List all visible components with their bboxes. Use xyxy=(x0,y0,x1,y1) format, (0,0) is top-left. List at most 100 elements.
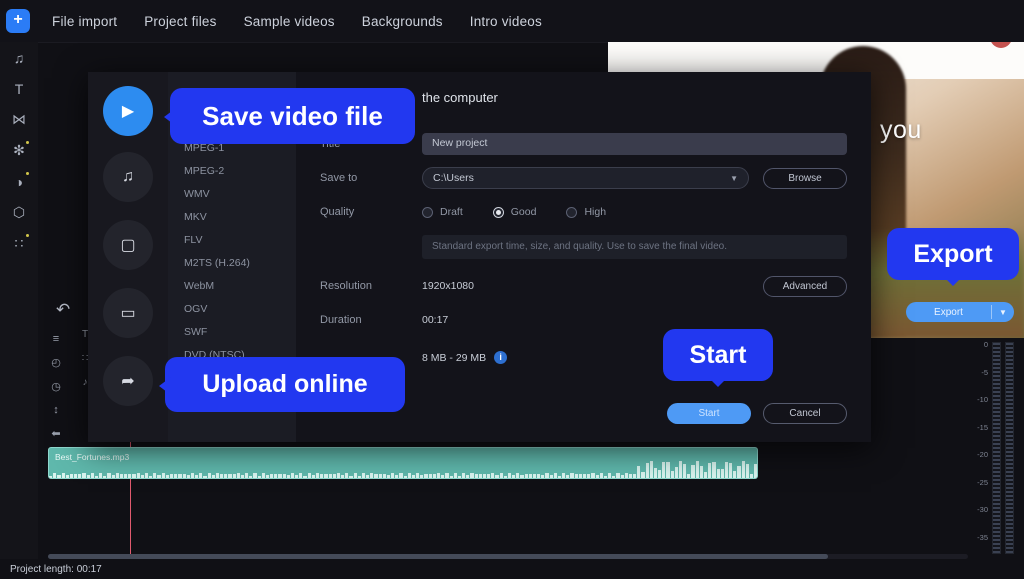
waveform-bar xyxy=(516,473,520,478)
format-list-item[interactable]: WebM xyxy=(168,280,296,303)
menu-item-backgrounds[interactable]: Backgrounds xyxy=(362,14,443,29)
waveform-bar xyxy=(103,475,107,478)
timeline-icon-3[interactable]: ↕ xyxy=(53,404,59,416)
waveform-bar xyxy=(699,466,703,478)
waveform-bar xyxy=(562,473,566,478)
save-video-file-icon[interactable]: ▶ xyxy=(103,86,153,136)
waveform-bar xyxy=(566,475,570,478)
waveform-bar xyxy=(633,473,637,478)
waveform-bar xyxy=(745,464,749,478)
waveform-bar xyxy=(61,473,65,478)
waveform-bar xyxy=(169,473,174,478)
waveform-bar xyxy=(124,473,128,478)
waveform-bar xyxy=(549,475,553,478)
quality-option-draft[interactable]: Draft xyxy=(422,206,463,218)
timeline-audio-clip[interactable]: Best_Fortunes.mp3 xyxy=(48,447,758,479)
waveform-bar xyxy=(474,474,478,478)
waveform-bar xyxy=(215,473,220,478)
waveform-bar xyxy=(532,474,537,478)
waveform-bar xyxy=(153,473,157,478)
format-list-item[interactable]: OGV xyxy=(168,303,296,326)
audio-meter-tick: 0 xyxy=(983,340,988,349)
format-list-item[interactable]: SWF xyxy=(168,326,296,349)
radio-good-icon xyxy=(492,206,504,218)
format-list-item[interactable]: WMV xyxy=(168,188,296,211)
menu-item-project-files[interactable]: Project files xyxy=(144,14,216,29)
save-for-tv-icon[interactable]: ▭ xyxy=(103,288,153,338)
title-input[interactable]: New project xyxy=(422,133,847,155)
menu-item-file-import[interactable]: File import xyxy=(52,14,117,29)
size-estimate-value: 8 MB - 29 MB xyxy=(422,351,487,364)
save-to-select[interactable]: C:\Users ▼ xyxy=(422,167,749,189)
waveform-bar xyxy=(432,474,436,478)
format-list-item[interactable]: FLV xyxy=(168,234,296,257)
upload-online-icon[interactable]: ➦ xyxy=(103,356,153,406)
quality-option-good[interactable]: Good xyxy=(492,206,536,218)
cancel-button[interactable]: Cancel xyxy=(763,403,847,424)
waveform-bar xyxy=(316,473,320,478)
waveform-bar xyxy=(286,474,290,478)
waveform-bar xyxy=(628,474,633,478)
waveform-bar xyxy=(416,473,420,478)
waveform-bar xyxy=(295,475,299,478)
waveform-bar xyxy=(182,473,186,478)
timeline-icon-1[interactable]: ◴ xyxy=(51,356,61,369)
waveform-bar xyxy=(65,474,69,478)
format-list-item[interactable]: MPEG-2 xyxy=(168,165,296,188)
waveform-bar xyxy=(724,461,729,478)
timeline-icon-2[interactable]: ◷ xyxy=(51,380,61,393)
timeline-icon-4[interactable]: ⬅ xyxy=(51,427,60,440)
waveform-bar xyxy=(616,473,620,478)
waveform-bar xyxy=(290,473,295,478)
waveform-bar xyxy=(695,461,699,478)
waveform-bar xyxy=(691,464,695,478)
music-note-icon[interactable]: ♫ xyxy=(0,42,38,73)
info-icon[interactable]: i xyxy=(494,351,508,364)
format-list-item[interactable]: M2TS (H.264) xyxy=(168,257,296,280)
waveform-bar xyxy=(520,474,524,478)
waveform-bar xyxy=(357,475,361,478)
waveform-bar xyxy=(274,474,278,478)
audio-meter-tick: -15 xyxy=(977,422,988,432)
stickers-icon[interactable]: ✻ xyxy=(0,135,38,166)
waveform-bar xyxy=(678,461,683,478)
browse-button[interactable]: Browse xyxy=(763,167,847,189)
advanced-button[interactable]: Advanced xyxy=(763,276,847,297)
waveform-bar xyxy=(583,473,587,478)
color-adjust-icon[interactable]: ◑ xyxy=(0,166,38,197)
transitions-icon[interactable]: ⋈ xyxy=(0,104,38,135)
quality-options: Draft Good High xyxy=(422,206,606,218)
timeline-icon-0[interactable]: ≡ xyxy=(53,333,59,345)
waveform-bar xyxy=(557,475,562,478)
more-tools-icon[interactable]: ∷ xyxy=(0,228,38,259)
waveform-bar xyxy=(603,475,608,478)
undo-icon[interactable]: ↶ xyxy=(56,300,70,320)
waveform-bar xyxy=(466,475,470,478)
waveform-bar xyxy=(190,473,195,478)
filters-icon[interactable]: ⬡ xyxy=(0,197,38,228)
start-button[interactable]: Start xyxy=(667,403,751,424)
waveform-bar xyxy=(712,461,716,478)
waveform-bar xyxy=(637,465,641,478)
save-to-label: Save to xyxy=(320,172,358,184)
text-icon[interactable]: T xyxy=(0,73,38,104)
format-list-item[interactable]: MKV xyxy=(168,211,296,234)
format-list-item[interactable]: MPEG-1 xyxy=(168,142,296,165)
waveform-bar xyxy=(236,473,240,478)
save-for-devices-icon[interactable]: ▢ xyxy=(103,220,153,270)
duration-label: Duration xyxy=(320,314,362,326)
menu-item-intro-videos[interactable]: Intro videos xyxy=(470,14,542,29)
chevron-down-icon[interactable]: ▼ xyxy=(730,174,738,183)
menu-item-sample-videos[interactable]: Sample videos xyxy=(244,14,335,29)
waveform-bar xyxy=(703,471,708,478)
export-button[interactable]: Export ▼ xyxy=(906,302,1014,322)
waveform-bar xyxy=(407,473,411,478)
quality-option-high[interactable]: High xyxy=(566,206,606,218)
waveform-bar xyxy=(119,474,124,478)
quality-high-label: High xyxy=(584,206,607,218)
save-audio-file-icon[interactable]: ♫ xyxy=(103,152,153,202)
quality-draft-label: Draft xyxy=(440,206,463,218)
chevron-down-icon[interactable]: ▼ xyxy=(992,308,1014,317)
waveform-bar xyxy=(253,473,257,478)
add-media-button[interactable]: + xyxy=(6,9,30,33)
